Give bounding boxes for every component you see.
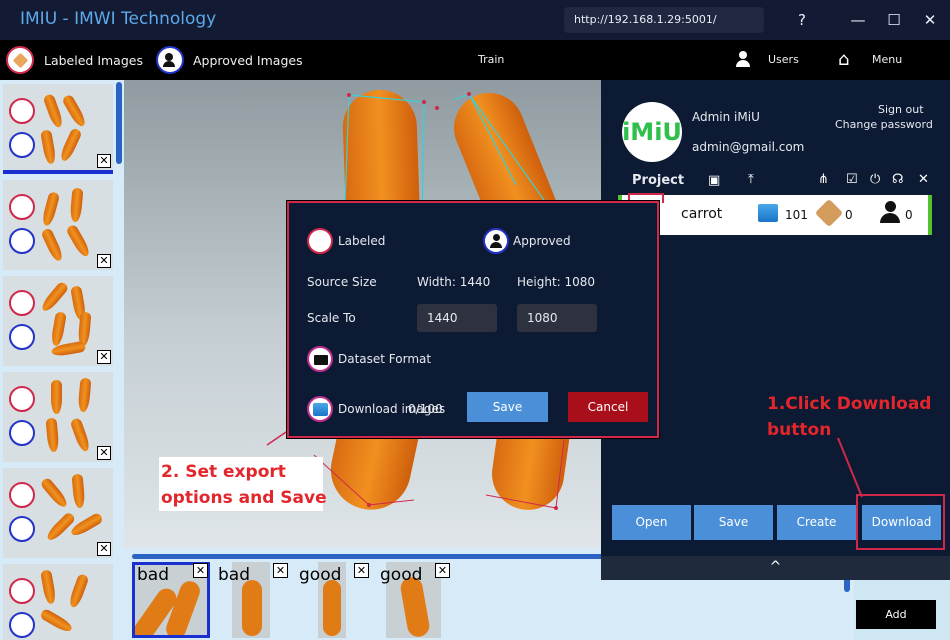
labeled-marker — [9, 290, 35, 316]
project-header: Project — [632, 173, 685, 188]
open-button[interactable]: Open — [612, 505, 691, 540]
close-icon[interactable]: ✕ — [97, 446, 111, 460]
close-icon[interactable]: ✕ — [273, 563, 288, 578]
dataset-format-option[interactable]: Dataset Format — [338, 352, 431, 366]
close-icon[interactable]: ✕ — [97, 542, 111, 556]
modal-save-button[interactable]: Save — [467, 392, 548, 422]
approved-user-icon[interactable] — [483, 228, 509, 254]
approved-marker — [9, 612, 35, 638]
approved-marker — [9, 420, 35, 446]
labeled-images-icon[interactable] — [6, 46, 34, 74]
thumb-label: good — [299, 565, 342, 585]
menu-link[interactable]: Menu — [872, 53, 902, 66]
user-email: admin@gmail.com — [692, 140, 805, 154]
labeled-marker — [9, 386, 35, 412]
collapse-panel-button[interactable]: ^ — [601, 556, 950, 580]
help-icon[interactable]: ? — [790, 9, 814, 31]
merge-icon[interactable]: ⋔ — [818, 172, 829, 187]
thumb-label: bad — [218, 565, 250, 585]
checkbox-icon[interactable]: ☑ — [846, 172, 858, 187]
image-icon — [758, 204, 778, 222]
download-highlight — [856, 494, 945, 550]
minimize-icon[interactable]: — — [846, 9, 870, 31]
project-name: carrot — [681, 206, 723, 222]
scale-to-label: Scale To — [307, 311, 356, 325]
title-bar: IMIU - IMWI Technology http://192.168.1.… — [0, 0, 950, 40]
train-tab[interactable]: Train — [478, 53, 504, 66]
save-icon[interactable]: ▣ — [708, 173, 720, 188]
scale-height-input[interactable]: 1080 — [517, 304, 597, 332]
project-row[interactable]: carrot 101 0 0 — [618, 193, 932, 235]
app-title: IMIU - IMWI Technology — [20, 9, 217, 29]
approved-marker — [9, 228, 35, 254]
create-button[interactable]: Create — [777, 505, 856, 540]
approved-images-tab[interactable]: Approved Images — [193, 53, 303, 68]
save-button[interactable]: Save — [694, 505, 773, 540]
list-item[interactable]: ✕ — [3, 84, 113, 174]
add-button[interactable]: Add — [856, 600, 936, 629]
thumbnail-list: ✕ ✕ ✕ ✕ ✕ — [0, 80, 124, 640]
thumbnail-scrollbar[interactable] — [116, 82, 122, 164]
power-icon[interactable]: ⏻ — [870, 172, 880, 187]
list-item[interactable]: ✕ — [3, 276, 113, 366]
labeled-option[interactable]: Labeled — [338, 234, 385, 248]
tag-count: 0 — [845, 208, 853, 222]
list-item[interactable] — [3, 564, 113, 640]
source-width: Width: 1440 — [417, 275, 491, 289]
maximize-icon[interactable]: ☐ — [882, 9, 906, 31]
headset-icon[interactable]: ☊ — [892, 172, 904, 187]
close-icon[interactable]: ✕ — [354, 563, 369, 578]
labeled-radio[interactable] — [307, 228, 333, 254]
list-item[interactable]: ✕ — [3, 372, 113, 462]
toolbar: Labeled Images Approved Images Train Use… — [0, 40, 950, 80]
sign-out-link[interactable]: Sign out — [878, 103, 924, 116]
source-height: Height: 1080 — [517, 275, 596, 289]
home-icon[interactable]: ⌂ — [838, 49, 849, 70]
modal-cancel-button[interactable]: Cancel — [568, 392, 648, 422]
labeled-marker — [9, 482, 35, 508]
list-item[interactable]: ✕ — [3, 180, 113, 270]
download-progress: 0/100 — [408, 402, 443, 416]
labeled-marker — [9, 578, 35, 604]
labeled-images-tab[interactable]: Labeled Images — [44, 53, 143, 68]
folder-icon[interactable] — [307, 346, 333, 372]
approved-marker — [9, 324, 35, 350]
close-icon[interactable]: ✕ — [435, 563, 450, 578]
thumb-label: good — [380, 565, 423, 585]
step2-text-line1: 2. Set export — [161, 462, 286, 482]
thumb-label: bad — [137, 565, 169, 585]
step1-text-line1: 1.Click Download — [767, 394, 932, 414]
close-icon[interactable]: ✕ — [918, 172, 929, 187]
close-icon[interactable]: ✕ — [97, 154, 111, 168]
close-icon[interactable]: ✕ — [97, 350, 111, 364]
approved-marker — [9, 516, 35, 542]
image-count: 101 — [785, 208, 808, 222]
upload-icon[interactable]: ⤒ — [748, 172, 754, 187]
user-name: Admin iMiU — [692, 110, 760, 124]
avatar: iMiU — [622, 102, 682, 162]
users-link[interactable]: Users — [768, 53, 799, 66]
scale-width-input[interactable]: 1440 — [417, 304, 497, 332]
url-field[interactable]: http://192.168.1.29:5001/ — [564, 7, 764, 33]
tag-icon — [814, 198, 844, 228]
change-password-link[interactable]: Change password — [835, 118, 933, 131]
image-icon[interactable] — [307, 396, 333, 422]
close-icon[interactable]: ✕ — [97, 254, 111, 268]
approved-images-icon[interactable] — [156, 46, 184, 74]
user-icon[interactable] — [736, 51, 750, 69]
labeled-marker — [9, 98, 35, 124]
labeled-marker — [9, 194, 35, 220]
approved-count: 0 — [905, 208, 913, 222]
close-icon[interactable]: ✕ — [193, 563, 208, 578]
step1-text-line2: button — [767, 420, 832, 440]
source-size-label: Source Size — [307, 275, 377, 289]
list-item[interactable]: ✕ — [3, 468, 113, 558]
close-icon[interactable]: ✕ — [918, 9, 942, 31]
approved-marker — [9, 132, 35, 158]
step2-text-line2: options and Save — [161, 488, 327, 508]
approved-option[interactable]: Approved — [513, 234, 571, 248]
approved-user-icon — [880, 201, 902, 225]
